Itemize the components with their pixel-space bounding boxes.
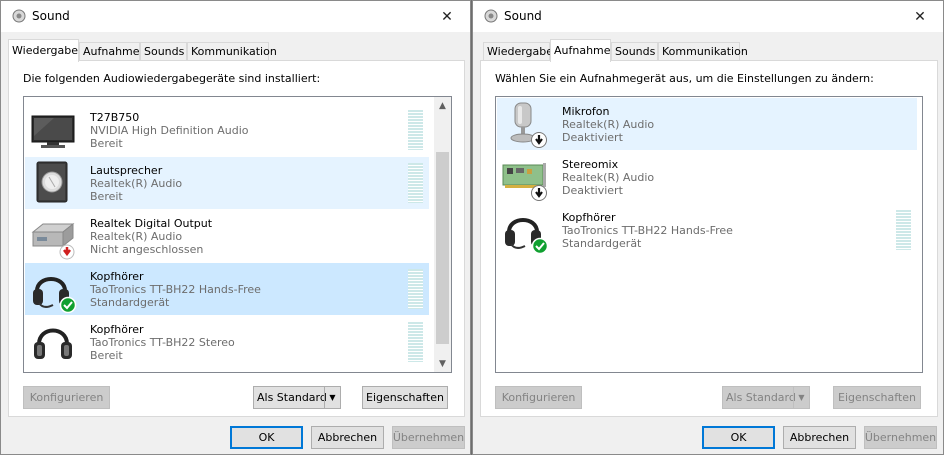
- tab-sounds[interactable]: Sounds: [140, 42, 187, 61]
- window-title: Sound: [32, 9, 70, 23]
- title-bar[interactable]: Sound ✕: [1, 1, 470, 32]
- device-status: Deaktiviert: [562, 184, 623, 197]
- configure-label: Konfigurieren: [29, 391, 104, 404]
- device-status: Nicht angeschlossen: [90, 243, 204, 256]
- device-status: Standardgerät: [562, 237, 642, 250]
- microphone-icon: [510, 102, 547, 148]
- level-meter: [896, 210, 911, 250]
- headset-icon: [33, 277, 77, 313]
- device-name: Lautsprecher: [90, 164, 163, 177]
- device-driver: Realtek(R) Audio: [90, 230, 183, 243]
- window-title: Sound: [504, 9, 542, 23]
- sound-card-icon: [502, 163, 547, 201]
- cancel-button[interactable]: Abbrechen: [783, 426, 856, 449]
- scroll-up-icon[interactable]: ▲: [434, 97, 451, 114]
- set-default-button[interactable]: Als Standard ▼: [253, 386, 341, 409]
- properties-button[interactable]: Eigenschaften: [833, 386, 921, 409]
- device-status: Deaktiviert: [562, 131, 623, 144]
- device-driver: TaoTronics TT-BH22 Stereo: [90, 336, 235, 349]
- tab-panel: Wählen Sie ein Aufnahmegerät aus, um die…: [480, 60, 938, 417]
- device-item[interactable]: T27B750 NVIDIA High Definition Audio Ber…: [25, 104, 429, 156]
- sound-app-icon: [484, 9, 498, 23]
- device-name: Realtek Digital Output: [90, 217, 213, 230]
- tab-kommunikation[interactable]: Kommunikation: [187, 42, 277, 61]
- device-status: Bereit: [90, 137, 123, 150]
- ok-label: OK: [730, 431, 747, 444]
- scroll-thumb[interactable]: [436, 152, 449, 344]
- headset-icon: [505, 218, 549, 254]
- device-name: Kopfhörer: [90, 323, 144, 336]
- tab-panel: Die folgenden Audiowiedergabegeräte sind…: [8, 60, 465, 417]
- device-driver: TaoTronics TT-BH22 Hands-Free: [90, 283, 261, 296]
- vertical-scrollbar[interactable]: ▲ ▼: [434, 97, 451, 372]
- device-item[interactable]: Mikrofon Realtek(R) Audio Deaktiviert: [497, 98, 917, 150]
- device-item[interactable]: Kopfhörer TaoTronics TT-BH22 Stereo Bere…: [25, 316, 429, 368]
- device-driver: Realtek(R) Audio: [562, 118, 655, 131]
- device-item[interactable]: Kopfhörer TaoTronics TT-BH22 Hands-Free …: [25, 263, 429, 315]
- device-item[interactable]: Kopfhörer TaoTronics TT-BH22 Hands-Free …: [497, 204, 917, 256]
- ok-button[interactable]: OK: [230, 426, 303, 449]
- configure-label: Konfigurieren: [501, 391, 576, 404]
- tab-wiedergabe[interactable]: Wiedergabe: [8, 39, 79, 62]
- device-driver: Realtek(R) Audio: [562, 171, 655, 184]
- close-button[interactable]: ✕: [897, 1, 943, 32]
- set-default-label: Als Standard: [257, 391, 327, 404]
- device-driver: Realtek(R) Audio: [90, 177, 183, 190]
- ok-label: OK: [258, 431, 275, 444]
- apply-label: Übernehmen: [392, 431, 465, 444]
- device-item[interactable]: Stereomix Realtek(R) Audio Deaktiviert: [497, 151, 917, 203]
- digital-output-icon: [31, 222, 75, 260]
- device-list[interactable]: T27B750 NVIDIA High Definition Audio Ber…: [23, 96, 452, 373]
- device-item[interactable]: Realtek Digital Output Realtek(R) Audio …: [25, 210, 429, 262]
- sound-dialog-playback: Sound ✕ Wiedergabe Aufnahme Sounds Kommu…: [0, 0, 471, 455]
- device-status: Bereit: [90, 349, 123, 362]
- device-name: Mikrofon: [562, 105, 610, 118]
- device-driver: TaoTronics TT-BH22 Hands-Free: [562, 224, 733, 237]
- apply-button[interactable]: Übernehmen: [392, 426, 465, 449]
- device-name: Kopfhörer: [562, 211, 616, 224]
- device-item[interactable]: Lautsprecher Realtek(R) Audio Bereit: [25, 157, 429, 209]
- level-meter: [408, 269, 423, 309]
- instruction-text: Die folgenden Audiowiedergabegeräte sind…: [23, 72, 321, 85]
- properties-button[interactable]: Eigenschaften: [362, 386, 448, 409]
- cancel-label: Abbrechen: [317, 431, 378, 444]
- instruction-text: Wählen Sie ein Aufnahmegerät aus, um die…: [495, 72, 874, 85]
- properties-label: Eigenschaften: [366, 391, 444, 404]
- sound-dialog-recording: Sound ✕ Wiedergabe Aufnahme Sounds Kommu…: [472, 0, 944, 455]
- configure-button[interactable]: Konfigurieren: [23, 386, 110, 409]
- title-bar[interactable]: Sound ✕: [473, 1, 943, 32]
- scroll-down-icon[interactable]: ▼: [434, 355, 451, 372]
- properties-label: Eigenschaften: [838, 391, 916, 404]
- level-meter: [408, 322, 423, 362]
- set-default-label: Als Standard: [726, 391, 796, 404]
- configure-button[interactable]: Konfigurieren: [495, 386, 582, 409]
- apply-label: Übernehmen: [864, 431, 937, 444]
- device-name: Kopfhörer: [90, 270, 144, 283]
- tab-aufnahme[interactable]: Aufnahme: [550, 39, 611, 62]
- device-name: Stereomix: [562, 158, 619, 171]
- tab-wiedergabe[interactable]: Wiedergabe: [483, 42, 553, 61]
- tab-aufnahme[interactable]: Aufnahme: [79, 42, 140, 61]
- level-meter: [408, 110, 423, 150]
- ok-button[interactable]: OK: [702, 426, 775, 449]
- headphones-icon: [34, 328, 72, 359]
- monitor-icon: [31, 115, 75, 148]
- device-list[interactable]: Mikrofon Realtek(R) Audio Deaktiviert St…: [495, 96, 923, 373]
- set-default-button[interactable]: Als Standard ▼: [722, 386, 810, 409]
- sound-app-icon: [12, 9, 26, 23]
- level-meter: [408, 163, 423, 203]
- device-status: Standardgerät: [90, 296, 170, 309]
- device-status: Bereit: [90, 190, 123, 203]
- dropdown-arrow-icon[interactable]: ▼: [793, 387, 809, 408]
- tab-kommunikation[interactable]: Kommunikation: [658, 42, 748, 61]
- device-name: T27B750: [90, 111, 140, 124]
- device-driver: NVIDIA High Definition Audio: [90, 124, 249, 137]
- apply-button[interactable]: Übernehmen: [864, 426, 937, 449]
- cancel-label: Abbrechen: [789, 431, 850, 444]
- close-button[interactable]: ✕: [424, 1, 470, 32]
- dropdown-arrow-icon[interactable]: ▼: [324, 387, 340, 408]
- speaker-icon: [36, 161, 68, 203]
- cancel-button[interactable]: Abbrechen: [311, 426, 384, 449]
- tab-sounds[interactable]: Sounds: [611, 42, 658, 61]
